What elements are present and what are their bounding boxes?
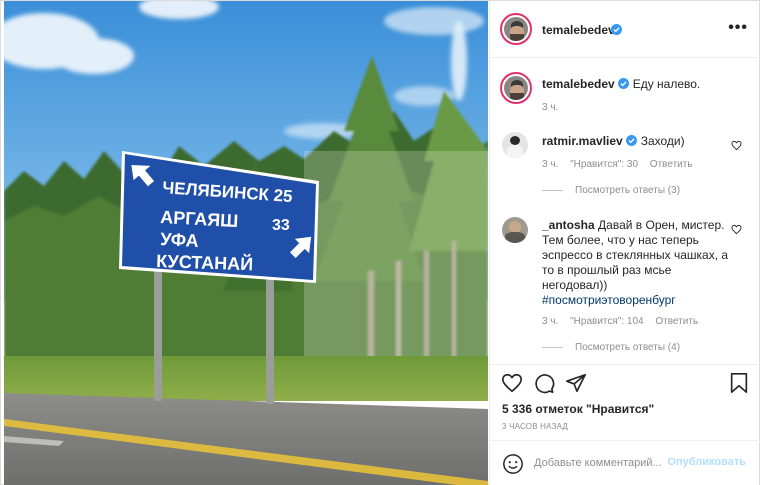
author-avatar-image xyxy=(504,17,528,41)
comment-icon[interactable] xyxy=(533,372,555,394)
post-header: temalebedev ••• xyxy=(490,1,760,58)
likes-count[interactable]: 5 336 отметок "Нравится" xyxy=(502,402,654,416)
comment-text-block: _antosha Давай в Орен, мистер. Тем более… xyxy=(542,218,732,308)
comment-likes-count[interactable]: "Нравится": 104 xyxy=(570,316,643,327)
comment-text-line: Давай в Орен, мистер. xyxy=(598,218,725,232)
comments-list: temalebedev Еду налево. 3 ч. ratmir.mavli… xyxy=(490,58,760,364)
comment-text-line: негодовал)) xyxy=(542,278,608,292)
post-side-panel: temalebedev ••• temalebedev Еду налево. … xyxy=(489,1,760,485)
publish-comment-button[interactable]: Опубликовать xyxy=(667,456,746,468)
view-replies-button[interactable]: Посмотреть ответы (4) xyxy=(542,342,680,353)
sign-line-kustanai: КУСТАНАЙ xyxy=(156,250,254,274)
comment-input[interactable] xyxy=(534,453,674,473)
commenter-avatar[interactable] xyxy=(502,217,528,243)
caption-text: Еду налево. xyxy=(632,77,701,91)
reply-button[interactable]: Ответить xyxy=(655,316,698,327)
comment-likes-count[interactable]: "Нравится": 30 xyxy=(570,159,638,170)
road-sign-photo: ЧЕЛЯБИНСК 25 АРГАЯШ 33 УФА КУСТАНАЙ xyxy=(4,1,488,485)
comment-text: Заходи) xyxy=(640,134,685,148)
comment-like-heart-icon[interactable] xyxy=(731,140,742,151)
add-comment-bar: Опубликовать xyxy=(490,440,760,485)
caption-username[interactable]: temalebedev xyxy=(542,77,615,91)
more-options-icon[interactable]: ••• xyxy=(728,20,748,36)
comment-time[interactable]: 3 ч. xyxy=(542,316,558,327)
instagram-post-window: ЧЕЛЯБИНСК 25 АРГАЯШ 33 УФА КУСТАНАЙ tema… xyxy=(0,0,760,485)
caption-time[interactable]: 3 ч. xyxy=(542,102,558,113)
comment-text-line: то в прошлый раз мсье xyxy=(542,263,672,277)
reply-button[interactable]: Ответить xyxy=(650,159,693,170)
view-replies-button[interactable]: Посмотреть ответы (3) xyxy=(542,185,680,196)
replies-divider xyxy=(542,190,563,191)
bookmark-icon[interactable] xyxy=(728,372,750,394)
caption-text-row: temalebedev Еду налево. xyxy=(542,77,742,92)
header-username[interactable]: temalebedev xyxy=(542,23,615,37)
comment-text-line: эспрессо в стеклянных чашках, а xyxy=(542,248,729,262)
caption-avatar-image xyxy=(504,76,528,100)
author-avatar[interactable] xyxy=(500,13,532,45)
verified-badge-icon xyxy=(617,78,629,89)
comment-meta: 3 ч. "Нравится": 30 Ответить xyxy=(542,159,702,170)
post-photo[interactable]: ЧЕЛЯБИНСК 25 АРГАЯШ 33 УФА КУСТАНАЙ xyxy=(4,1,488,485)
view-replies-label: Посмотреть ответы (4) xyxy=(575,342,681,353)
commenter-avatar[interactable] xyxy=(502,132,528,158)
comment-time[interactable]: 3 ч. xyxy=(542,159,558,170)
comment-like-heart-icon[interactable] xyxy=(731,224,742,235)
replies-divider xyxy=(542,347,563,348)
hashtag-link[interactable]: #посмотриэтоворенбург xyxy=(542,293,676,307)
comment-meta: 3 ч. "Нравится": 104 Ответить xyxy=(542,316,707,327)
post-actions: 5 336 отметок "Нравится" 3 ЧАСОВ НАЗАД xyxy=(490,364,760,440)
verified-badge-icon xyxy=(625,135,637,146)
comment-text-line: Тем более, что у нас теперь xyxy=(542,233,699,247)
comment-username[interactable]: ratmir.mavliev xyxy=(542,134,623,148)
heart-icon[interactable] xyxy=(501,372,523,394)
view-replies-label: Посмотреть ответы (3) xyxy=(575,185,681,196)
paper-plane-icon[interactable] xyxy=(565,372,587,394)
verified-badge-icon xyxy=(611,24,622,35)
post-time-ago[interactable]: 3 ЧАСОВ НАЗАД xyxy=(502,422,568,431)
sign-line-argayash: АРГАЯШ xyxy=(160,207,239,231)
sign-line-argayash-distance: 33 xyxy=(272,217,290,234)
sign-line-ufa: УФА xyxy=(160,229,199,251)
caption-meta: 3 ч. xyxy=(542,102,567,113)
comment-username[interactable]: _antosha xyxy=(542,218,595,232)
comment-text-row: ratmir.mavliev Заходи) xyxy=(542,134,732,149)
emoji-icon[interactable] xyxy=(502,453,524,475)
caption-author-avatar[interactable] xyxy=(500,72,532,104)
